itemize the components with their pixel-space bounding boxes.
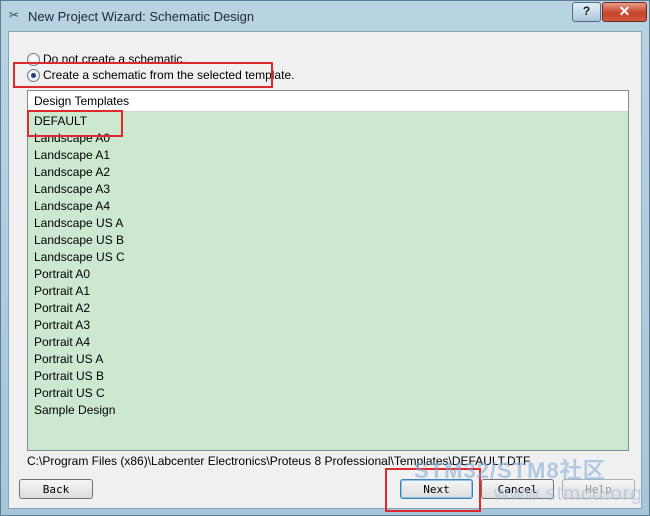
list-header-design-templates[interactable]: Design Templates bbox=[28, 91, 628, 112]
list-item[interactable]: Landscape US B bbox=[28, 232, 628, 249]
cancel-button[interactable]: Cancel bbox=[481, 479, 554, 499]
back-button[interactable]: Back bbox=[19, 479, 93, 499]
radio-label: Do not create a schematic. bbox=[43, 52, 186, 66]
list-item-selected[interactable]: DEFAULT bbox=[28, 113, 628, 130]
list-item[interactable]: Portrait A3 bbox=[28, 317, 628, 334]
list-item[interactable]: Sample Design bbox=[28, 402, 628, 419]
list-item[interactable]: Landscape US A bbox=[28, 215, 628, 232]
list-item[interactable]: Portrait US B bbox=[28, 368, 628, 385]
title-bar[interactable]: ✂ New Project Wizard: Schematic Design ?… bbox=[1, 1, 649, 31]
app-icon: ✂ bbox=[8, 8, 20, 22]
design-templates-list[interactable]: Design Templates DEFAULT Landscape A0 Land… bbox=[27, 90, 629, 451]
list-item[interactable]: Portrait A1 bbox=[28, 283, 628, 300]
list-item[interactable]: Landscape A3 bbox=[28, 181, 628, 198]
list-item[interactable]: Portrait A4 bbox=[28, 334, 628, 351]
radio-button-selected[interactable] bbox=[27, 69, 40, 82]
radio-button[interactable] bbox=[27, 53, 40, 66]
help-button: Help bbox=[562, 479, 635, 499]
template-path: C:\Program Files (x86)\Labcenter Electro… bbox=[27, 454, 531, 468]
radio-label: Create a schematic from the selected tem… bbox=[43, 68, 295, 82]
close-button[interactable]: ✕ bbox=[602, 2, 647, 22]
list-item[interactable]: Landscape A0 bbox=[28, 130, 628, 147]
list-item[interactable]: Landscape A1 bbox=[28, 147, 628, 164]
wizard-window: ✂ New Project Wizard: Schematic Design ?… bbox=[0, 0, 650, 516]
list-item[interactable]: Portrait A0 bbox=[28, 266, 628, 283]
list-item[interactable]: Landscape A4 bbox=[28, 198, 628, 215]
list-item[interactable]: Portrait A2 bbox=[28, 300, 628, 317]
list-item[interactable]: Landscape A2 bbox=[28, 164, 628, 181]
help-title-button[interactable]: ? bbox=[572, 2, 601, 22]
list-item[interactable]: Portrait US C bbox=[28, 385, 628, 402]
list-item[interactable]: Landscape US C bbox=[28, 249, 628, 266]
next-button[interactable]: Next bbox=[400, 479, 473, 499]
list-item[interactable]: Portrait US A bbox=[28, 351, 628, 368]
list-items: DEFAULT Landscape A0 Landscape A1 Landscape… bbox=[28, 113, 628, 419]
radio-dot-icon bbox=[31, 73, 36, 78]
wizard-content: Do not create a schematic. Create a sche… bbox=[8, 31, 642, 512]
window-title: New Project Wizard: Schematic Design bbox=[28, 9, 255, 24]
